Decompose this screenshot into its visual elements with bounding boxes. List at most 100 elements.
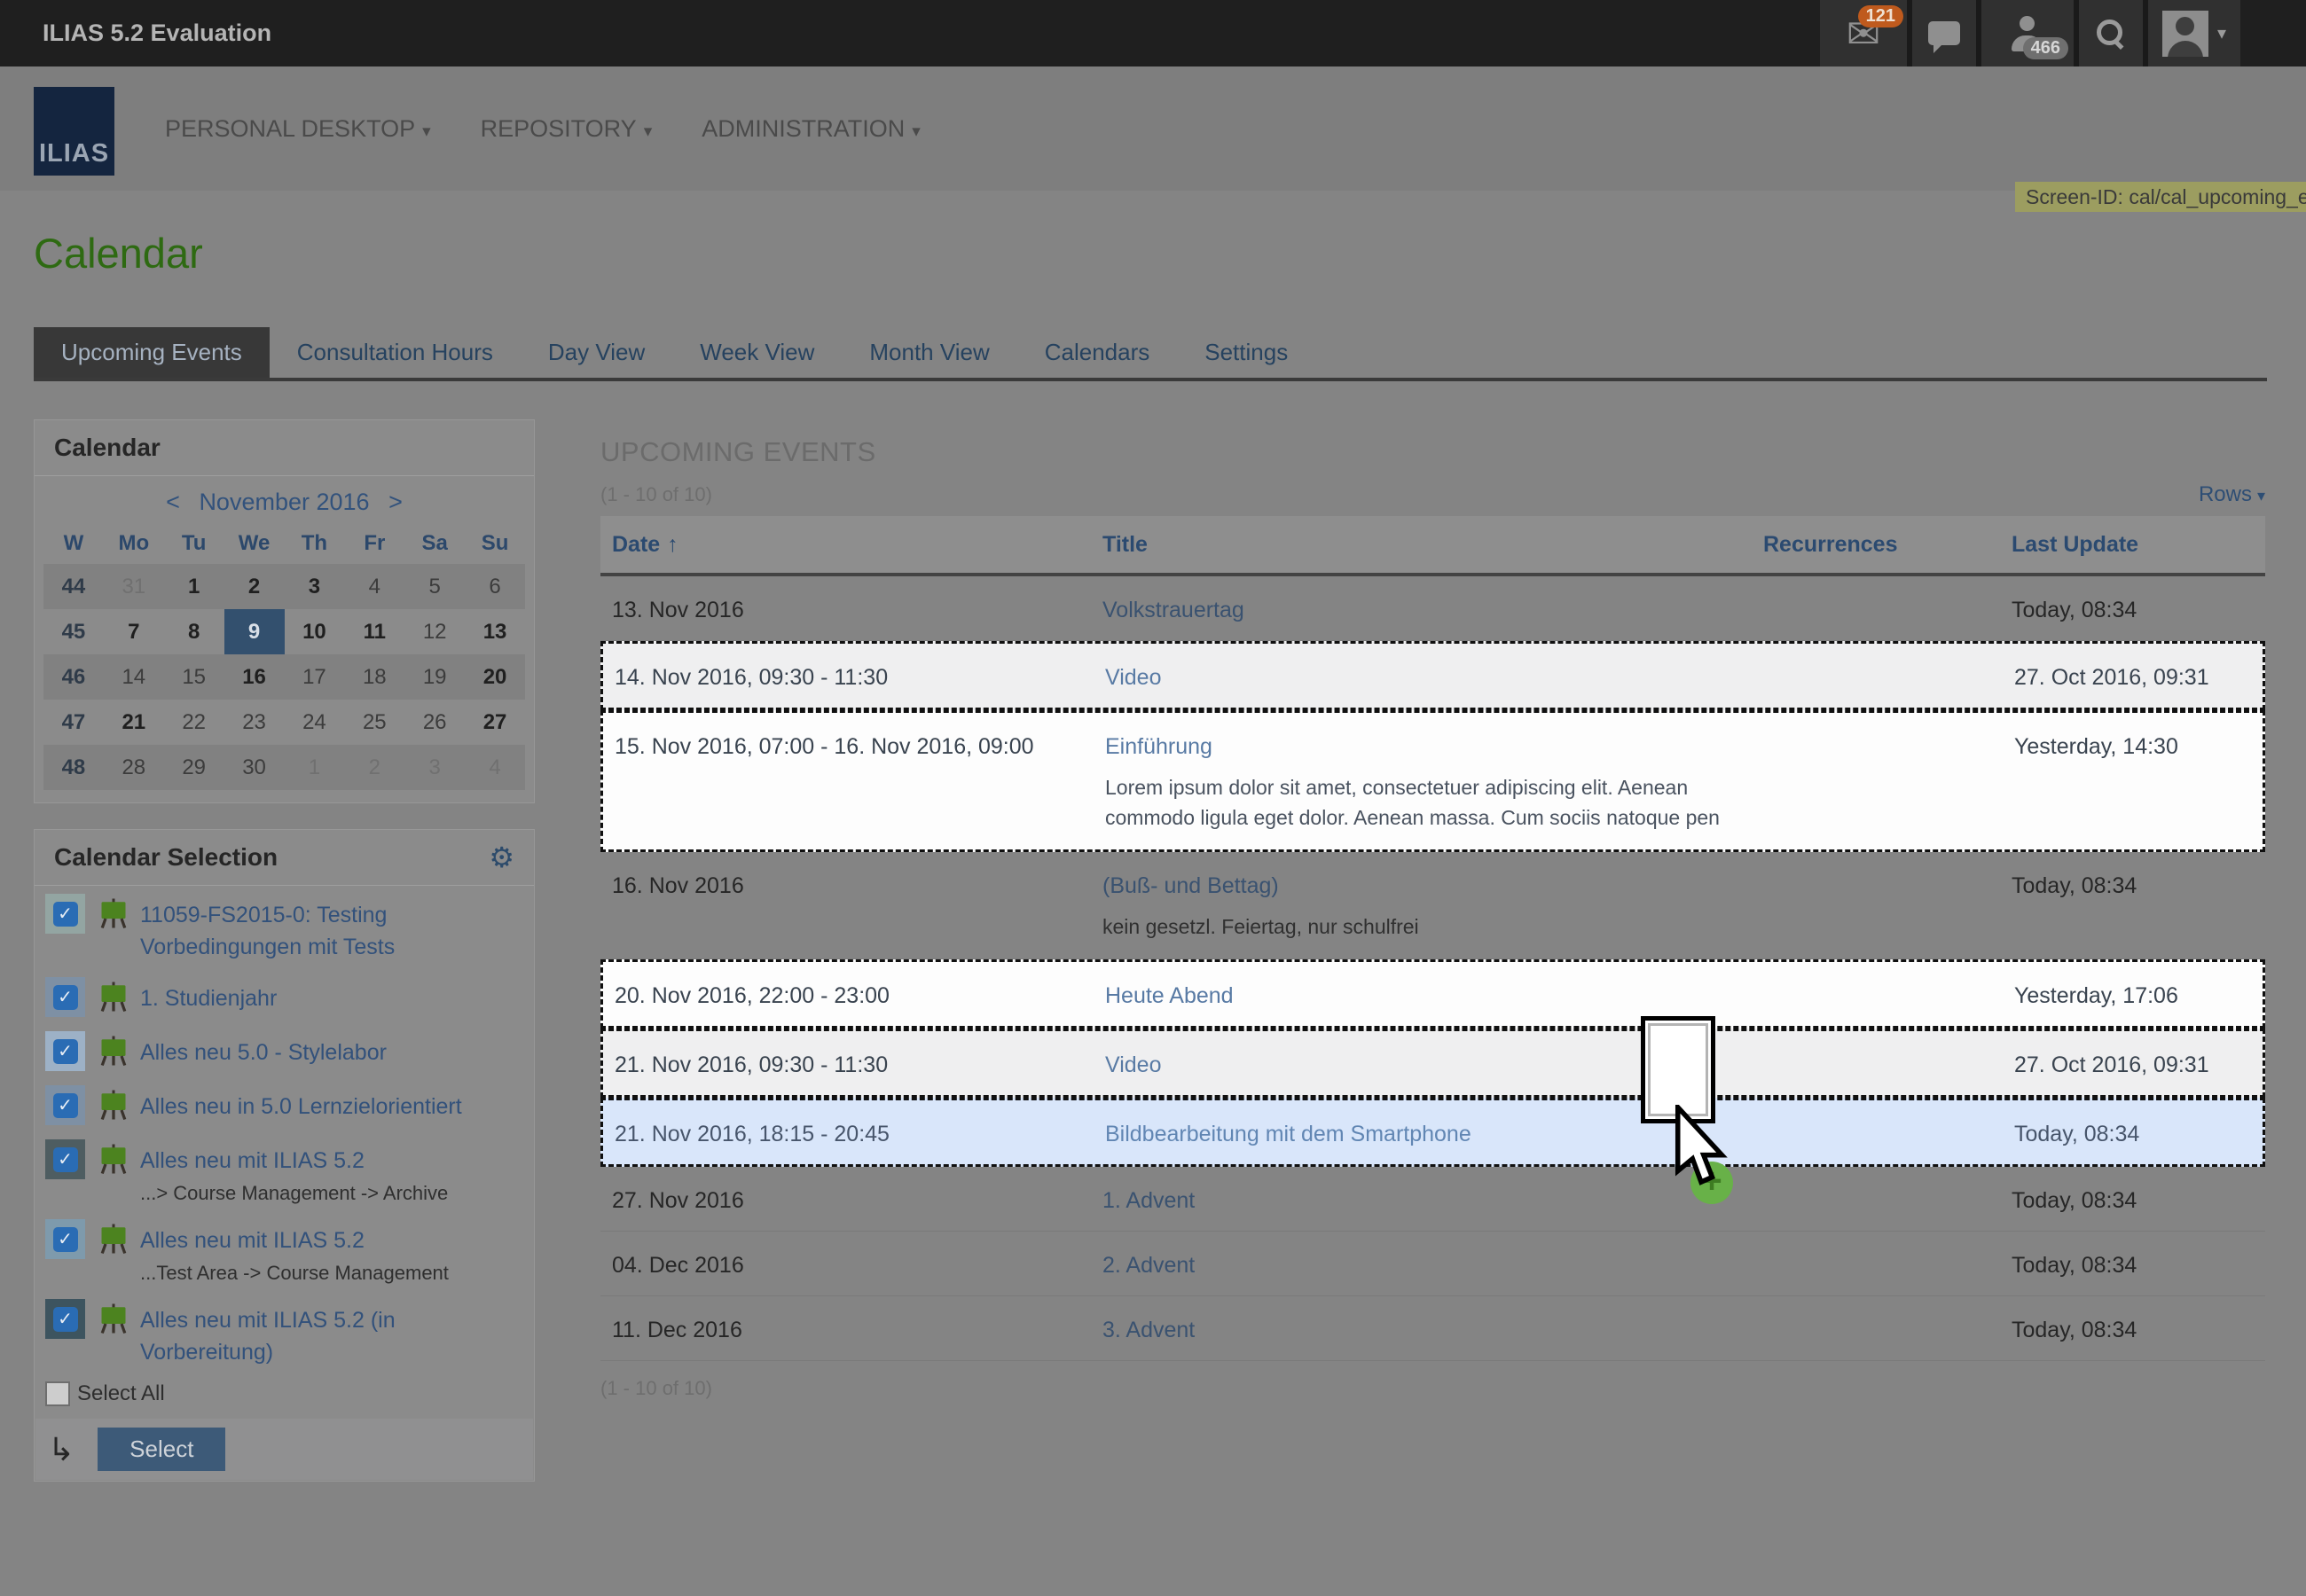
day-cell[interactable]: 1	[164, 575, 224, 599]
calendar-link[interactable]: 1. Studienjahr	[140, 986, 277, 1011]
day-cell[interactable]: 1	[285, 755, 345, 780]
day-cell[interactable]: 2	[224, 575, 285, 599]
day-cell[interactable]: 28	[104, 755, 164, 780]
tab-month-view[interactable]: Month View	[842, 327, 1016, 378]
event-row-drop-target[interactable]: 14. Nov 2016, 09:30 - 11:30Video27. Oct …	[600, 641, 2265, 710]
search-button[interactable]	[2074, 0, 2143, 66]
nav-administration[interactable]: ADMINISTRATION▾	[702, 115, 921, 143]
calendar-list-item: ✓ Alles neu 5.0 - Stylelabor	[35, 1023, 534, 1077]
event-title-link[interactable]: 2. Advent	[1102, 1253, 1195, 1278]
day-cell[interactable]: 18	[344, 665, 404, 690]
day-cell[interactable]: 29	[164, 755, 224, 780]
event-title-link[interactable]: Video	[1105, 665, 1162, 690]
week-number[interactable]: 47	[43, 710, 104, 735]
calendar-link[interactable]: 11059-FS2015-0: Testing Vorbedingungen m…	[140, 903, 395, 959]
user-menu-button[interactable]: ▾	[2143, 0, 2240, 66]
tab-consultation-hours[interactable]: Consultation Hours	[270, 327, 521, 378]
week-number[interactable]: 45	[43, 620, 104, 645]
event-row-drop-target[interactable]: 21. Nov 2016, 18:15 - 20:45Bildbearbeitu…	[600, 1098, 2265, 1167]
calendar-link[interactable]: Alles neu mit ILIAS 5.2 (in Vorbereitung…	[140, 1308, 396, 1365]
calendar-link[interactable]: Alles neu mit ILIAS 5.2	[140, 1228, 365, 1253]
week-row: 46 14 15 16 17 18 19 20	[43, 654, 525, 700]
select-button[interactable]: Select	[98, 1428, 225, 1471]
day-cell[interactable]: 4	[344, 575, 404, 599]
event-row-drop-target[interactable]: 20. Nov 2016, 22:00 - 23:00Heute AbendYe…	[600, 959, 2265, 1029]
calendar-checkbox-checked[interactable]: ✓	[53, 902, 78, 927]
chat-button[interactable]	[1907, 0, 1976, 66]
event-title-link[interactable]: (Buß- und Bettag)	[1102, 873, 1279, 898]
day-cell[interactable]: 3	[285, 575, 345, 599]
day-cell[interactable]: 25	[344, 710, 404, 735]
tab-upcoming-events[interactable]: Upcoming Events	[34, 327, 270, 378]
day-cell[interactable]: 30	[224, 755, 285, 780]
gear-icon[interactable]: ⚙	[489, 843, 514, 872]
tab-day-view[interactable]: Day View	[521, 327, 672, 378]
event-row-drop-target[interactable]: 15. Nov 2016, 07:00 - 16. Nov 2016, 09:0…	[600, 710, 2265, 852]
nav-repository[interactable]: REPOSITORY▾	[481, 115, 653, 143]
column-date-sort[interactable]: Date↑	[600, 532, 1091, 558]
prev-month-button[interactable]: <	[166, 489, 180, 515]
calendar-checkbox-checked[interactable]: ✓	[53, 1307, 78, 1332]
week-row: 47 21 22 23 24 25 26 27	[43, 700, 525, 745]
calendar-tabs: Upcoming Events Consultation Hours Day V…	[34, 327, 2267, 381]
day-cell[interactable]: 24	[285, 710, 345, 735]
event-row-drop-target[interactable]: 21. Nov 2016, 09:30 - 11:30Video27. Oct …	[600, 1029, 2265, 1098]
event-title-link[interactable]: 1. Advent	[1102, 1188, 1195, 1213]
column-title[interactable]: Title	[1091, 532, 1752, 558]
tab-week-view[interactable]: Week View	[672, 327, 842, 378]
select-all-checkbox[interactable]	[45, 1381, 70, 1406]
day-cell[interactable]: 14	[104, 665, 164, 690]
day-cell[interactable]: 11	[344, 620, 404, 645]
day-cell[interactable]: 13	[465, 620, 525, 645]
day-cell[interactable]: 21	[104, 710, 164, 735]
day-cell[interactable]: 26	[404, 710, 465, 735]
event-title-link[interactable]: Heute Abend	[1105, 983, 1234, 1008]
day-cell[interactable]: 15	[164, 665, 224, 690]
event-title-link[interactable]: Bildbearbeitung mit dem Smartphone	[1105, 1122, 1471, 1146]
day-cell[interactable]: 7	[104, 620, 164, 645]
event-row: 04. Dec 20162. AdventToday, 08:34	[600, 1232, 2265, 1296]
event-title-link[interactable]: 3. Advent	[1102, 1318, 1195, 1342]
day-cell[interactable]: 22	[164, 710, 224, 735]
day-cell[interactable]: 2	[344, 755, 404, 780]
next-month-button[interactable]: >	[388, 489, 403, 515]
event-title-link[interactable]: Einführung	[1105, 734, 1212, 759]
calendar-link[interactable]: Alles neu in 5.0 Lernzielorientiert	[140, 1094, 462, 1119]
event-title-link[interactable]: Video	[1105, 1052, 1162, 1077]
day-cell[interactable]: 19	[404, 665, 465, 690]
day-cell[interactable]: 10	[285, 620, 345, 645]
week-number[interactable]: 46	[43, 665, 104, 690]
contacts-button[interactable]: 466	[1976, 0, 2074, 66]
day-cell[interactable]: 23	[224, 710, 285, 735]
week-number[interactable]: 48	[43, 755, 104, 780]
ilias-logo[interactable]: ILIAS	[34, 87, 114, 176]
day-cell[interactable]: 8	[164, 620, 224, 645]
rows-dropdown[interactable]: Rows▾	[2199, 482, 2265, 507]
calendar-checkbox-checked[interactable]: ✓	[53, 1147, 78, 1172]
calendar-checkbox-checked[interactable]: ✓	[53, 1227, 78, 1252]
day-cell[interactable]: 3	[404, 755, 465, 780]
calendar-path: ...> Course Management -> Archive	[140, 1182, 448, 1205]
tab-settings[interactable]: Settings	[1177, 327, 1315, 378]
tab-calendars[interactable]: Calendars	[1017, 327, 1178, 378]
day-cell[interactable]: 20	[465, 665, 525, 690]
mail-button[interactable]: ✉ 121	[1820, 0, 1907, 66]
day-cell[interactable]: 16	[224, 665, 285, 690]
day-cell[interactable]: 27	[465, 710, 525, 735]
week-number[interactable]: 44	[43, 575, 104, 599]
event-row: 27. Nov 20161. AdventToday, 08:34	[600, 1167, 2265, 1232]
nav-personal-desktop[interactable]: PERSONAL DESKTOP▾	[165, 115, 431, 143]
day-cell[interactable]: 4	[465, 755, 525, 780]
calendar-checkbox-checked[interactable]: ✓	[53, 1039, 78, 1064]
day-cell[interactable]: 17	[285, 665, 345, 690]
calendar-checkbox-checked[interactable]: ✓	[53, 985, 78, 1010]
day-cell[interactable]: 5	[404, 575, 465, 599]
calendar-link[interactable]: Alles neu mit ILIAS 5.2	[140, 1148, 365, 1173]
day-cell[interactable]: 6	[465, 575, 525, 599]
calendar-checkbox-checked[interactable]: ✓	[53, 1093, 78, 1118]
day-cell-selected[interactable]: 9	[224, 609, 285, 654]
day-cell[interactable]: 31	[104, 575, 164, 599]
event-title-link[interactable]: Volkstrauertag	[1102, 598, 1244, 622]
day-cell[interactable]: 12	[404, 620, 465, 645]
calendar-link[interactable]: Alles neu 5.0 - Stylelabor	[140, 1040, 387, 1065]
